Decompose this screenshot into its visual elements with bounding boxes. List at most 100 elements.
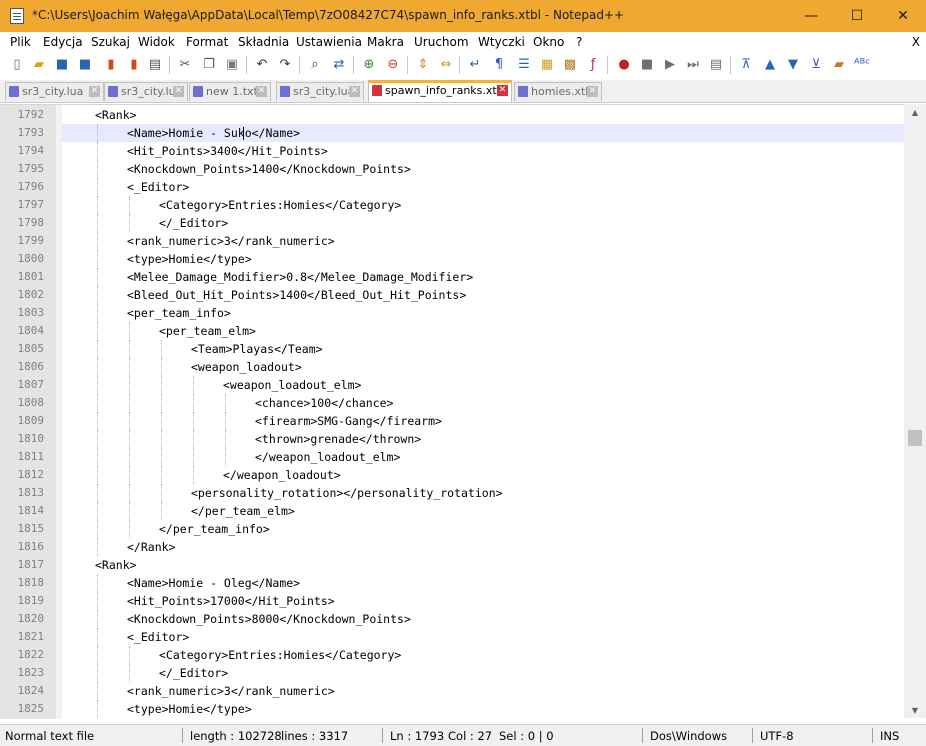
code-line[interactable]: </_Editor> xyxy=(62,664,904,682)
code-line[interactable]: <Rank> xyxy=(62,106,904,124)
code-line[interactable]: <firearm>SMG-Gang</firearm> xyxy=(62,412,904,430)
minimize-button[interactable]: — xyxy=(788,0,834,32)
scroll-down-arrow[interactable]: ▼ xyxy=(904,702,926,718)
code-line[interactable]: <Melee_Damage_Modifier>0.8</Melee_Damage… xyxy=(62,268,904,286)
tab-sr3-city-lua[interactable]: sr3_city.lua ✕ xyxy=(5,82,104,101)
zoom-in-icon[interactable]: ⊕ xyxy=(360,55,378,73)
code-line[interactable]: <personality_rotation></personality_rota… xyxy=(62,484,904,502)
find-icon[interactable]: ⌕ xyxy=(306,55,324,73)
code-line[interactable]: </per_team_info> xyxy=(62,520,904,538)
code-area[interactable]: <Rank> <Name>Homie - Suko</Name> <Hit_Poin… xyxy=(62,105,904,719)
menu-plik[interactable]: Plik xyxy=(10,35,31,49)
code-line[interactable]: <weapon_loadout> xyxy=(62,358,904,376)
word-wrap-icon[interactable]: ↵ xyxy=(466,55,484,73)
current-code-line[interactable]: <Name>Homie - Suko</Name> xyxy=(62,124,904,142)
code-line[interactable]: <rank_numeric>3</rank_numeric> xyxy=(62,682,904,700)
menu-skladnia[interactable]: Składnia xyxy=(238,35,289,49)
menu-format[interactable]: Format xyxy=(186,35,228,49)
move-up-icon[interactable]: ▲ xyxy=(761,55,779,73)
copy-icon[interactable]: ❐ xyxy=(200,55,218,73)
bookmark-icon[interactable]: ▰ xyxy=(830,55,848,73)
menu-edycja[interactable]: Edycja xyxy=(43,35,83,49)
code-line[interactable]: </per_team_elm> xyxy=(62,502,904,520)
tab-new-1-txt[interactable]: new 1.txt ✕ xyxy=(189,82,271,101)
tab-close-icon[interactable]: ✕ xyxy=(497,85,508,96)
unfold-all-icon[interactable]: ⊻ xyxy=(807,55,825,73)
menu-help[interactable]: ? xyxy=(576,35,582,49)
cut-icon[interactable]: ✂ xyxy=(176,55,194,73)
function-list-icon[interactable]: ƒ xyxy=(584,55,602,73)
replace-icon[interactable]: ⇄ xyxy=(330,55,348,73)
close-all-icon[interactable]: ▮ xyxy=(125,55,143,73)
menu-widok[interactable]: Widok xyxy=(138,35,175,49)
indent-guide-icon[interactable]: ☰ xyxy=(515,55,533,73)
menu-makra[interactable]: Makra xyxy=(367,35,404,49)
user-language-icon[interactable]: ▦ xyxy=(538,55,556,73)
code-line[interactable]: </Rank> xyxy=(62,538,904,556)
sync-vertical-icon[interactable]: ⇕ xyxy=(414,55,432,73)
code-line[interactable]: <Hit_Points>3400</Hit_Points> xyxy=(62,142,904,160)
menu-szukaj[interactable]: Szukaj xyxy=(91,35,130,49)
show-all-chars-icon[interactable]: ¶ xyxy=(490,55,508,73)
close-window-button[interactable]: ✕ xyxy=(880,0,926,32)
tab-close-icon[interactable]: ✕ xyxy=(349,86,360,97)
code-line[interactable]: <type>Homie</type> xyxy=(62,700,904,718)
save-all-icon[interactable]: ■ xyxy=(76,55,94,73)
new-file-icon[interactable]: ▯ xyxy=(8,55,26,73)
editor[interactable]: 1792 1793 1794 1795 1796 1797 1798 1799 1800 1801… xyxy=(0,104,926,719)
tab-close-icon[interactable]: ✕ xyxy=(256,86,267,97)
save-icon[interactable]: ■ xyxy=(53,55,71,73)
code-line[interactable]: <Name>Homie - Oleg</Name> xyxy=(62,574,904,592)
tab-close-icon[interactable]: ✕ xyxy=(587,86,598,97)
scroll-up-arrow[interactable]: ▲ xyxy=(904,104,926,120)
vertical-scrollbar[interactable]: ▲ ▼ xyxy=(904,104,926,718)
open-file-icon[interactable]: ▰ xyxy=(30,55,48,73)
tab-spawn-info-ranks-xtbl[interactable]: spawn_info_ranks.xtbl ✕ xyxy=(368,80,512,102)
code-line[interactable]: <per_team_info> xyxy=(62,304,904,322)
stop-macro-icon[interactable]: ■ xyxy=(638,55,656,73)
menu-wtyczki[interactable]: Wtyczki xyxy=(478,35,525,49)
doc-map-icon[interactable]: ▩ xyxy=(561,55,579,73)
save-macro-icon[interactable]: ▤ xyxy=(707,55,725,73)
code-line[interactable]: </weapon_loadout> xyxy=(62,466,904,484)
fold-all-icon[interactable]: ⊼ xyxy=(737,55,755,73)
title-bar[interactable]: *C:\Users\Joachim Wałęga\AppData\Local\T… xyxy=(0,0,926,32)
code-line[interactable]: <Category>Entries:Homies</Category> xyxy=(62,646,904,664)
close-document-menu-button[interactable]: X xyxy=(912,35,920,49)
code-line[interactable]: <Category>Entries:Homies</Category> xyxy=(62,196,904,214)
sync-horizontal-icon[interactable]: ⇔ xyxy=(437,55,455,73)
tab-close-icon[interactable]: ✕ xyxy=(173,86,184,97)
play-macro-icon[interactable]: ▶ xyxy=(661,55,679,73)
spell-check-icon[interactable]: ᴬᴮᶜ xyxy=(853,55,871,73)
code-line[interactable]: <Bleed_Out_Hit_Points>1400</Bleed_Out_Hi… xyxy=(62,286,904,304)
record-macro-icon[interactable]: ● xyxy=(615,55,633,73)
code-line[interactable]: <per_team_elm> xyxy=(62,322,904,340)
code-line[interactable]: </weapon_loadout_elm> xyxy=(62,448,904,466)
tab-close-icon[interactable]: ✕ xyxy=(89,86,100,97)
code-line[interactable]: <Rank> xyxy=(62,556,904,574)
maximize-button[interactable]: ☐ xyxy=(834,0,880,32)
code-line[interactable]: <Hit_Points>17000</Hit_Points> xyxy=(62,592,904,610)
code-line[interactable]: <weapon_loadout_elm> xyxy=(62,376,904,394)
code-line[interactable]: <Knockdown_Points>8000</Knockdown_Points… xyxy=(62,610,904,628)
menu-okno[interactable]: Okno xyxy=(533,35,564,49)
code-line[interactable]: <_Editor> xyxy=(62,178,904,196)
menu-uruchom[interactable]: Uruchom xyxy=(414,35,469,49)
tab-sr3-city-lua[interactable]: sr3_city.lua ✕ xyxy=(104,82,188,101)
code-line[interactable]: <type>Homie</type> xyxy=(62,250,904,268)
code-line[interactable]: <Knockdown_Points>1400</Knockdown_Points… xyxy=(62,160,904,178)
close-file-icon[interactable]: ▮ xyxy=(102,55,120,73)
menu-ustawienia[interactable]: Ustawienia xyxy=(296,35,362,49)
code-line[interactable]: <_Editor> xyxy=(62,628,904,646)
code-line[interactable]: <Team>Playas</Team> xyxy=(62,340,904,358)
code-line[interactable]: </_Editor> xyxy=(62,214,904,232)
move-down-icon[interactable]: ▼ xyxy=(784,55,802,73)
print-icon[interactable]: ▤ xyxy=(146,55,164,73)
play-macro-multiple-icon[interactable]: ⏭ xyxy=(684,55,702,73)
undo-icon[interactable]: ↶ xyxy=(253,55,271,73)
code-line[interactable]: <chance>100</chance> xyxy=(62,394,904,412)
redo-icon[interactable]: ↷ xyxy=(276,55,294,73)
code-line[interactable]: <rank_numeric>3</rank_numeric> xyxy=(62,232,904,250)
tab-homies-xtbl[interactable]: homies.xtbl ✕ xyxy=(514,82,602,101)
zoom-out-icon[interactable]: ⊖ xyxy=(384,55,402,73)
